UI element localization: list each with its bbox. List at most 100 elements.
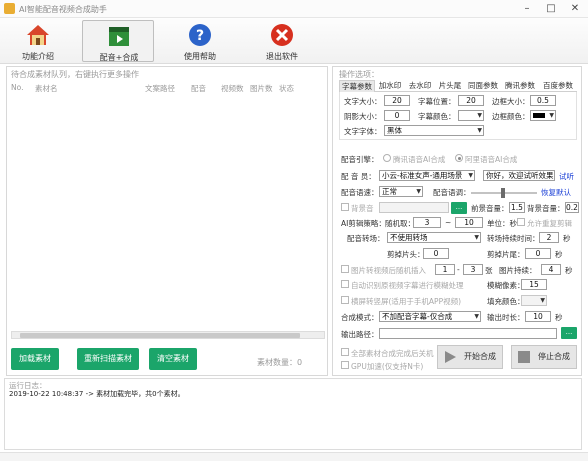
subtitle-position-input[interactable]: 20 — [458, 95, 484, 106]
clear-material-button[interactable]: 清空素材 — [149, 348, 197, 370]
engine-tencent-radio[interactable] — [383, 154, 391, 162]
start-compose-button[interactable]: 开始合成 — [437, 345, 503, 369]
voice-value: 小云-标准女声-通用场景 — [382, 171, 463, 180]
scrollbar-thumb[interactable] — [20, 333, 300, 338]
engine-tencent-label[interactable]: 腾讯语音AI合成 — [393, 154, 445, 165]
maximize-button[interactable]: □ — [540, 1, 562, 16]
blur-pixels-input[interactable]: 15 — [521, 279, 547, 290]
image-insert-checkbox[interactable] — [341, 265, 349, 273]
column-dub[interactable]: 配音 — [191, 83, 206, 94]
engine-ali-radio[interactable] — [455, 154, 463, 162]
allow-repeat-label: 允许重复剪辑 — [527, 219, 572, 228]
chevron-down-icon: ▼ — [416, 188, 421, 195]
font-family-value: 黑体 — [387, 126, 402, 135]
material-queue-panel: 待合成素材队列，右键执行更多操作 No. 素材名 文案路径 配音 视频数 图片数… — [6, 66, 328, 376]
tab-baidu[interactable]: 百度参数 — [539, 80, 577, 92]
tab-add-watermark[interactable]: 加水印 — [375, 80, 405, 92]
toolbar-exit-button[interactable]: 退出软件 — [246, 20, 318, 62]
tab-canvas[interactable]: 同面参数 — [465, 80, 501, 92]
foreground-volume-input[interactable]: 1.5 — [509, 202, 525, 213]
restore-default-link[interactable]: 恢复默认 — [541, 187, 571, 198]
color-swatch — [533, 113, 545, 118]
output-length-label: 输出时长： — [487, 313, 525, 322]
column-status[interactable]: 状态 — [279, 83, 294, 94]
vertical-convert-checkbox[interactable] — [341, 296, 349, 304]
cut-tail-input[interactable]: 0 — [525, 248, 551, 259]
stop-compose-button[interactable]: 停止合成 — [511, 345, 577, 369]
bgm-browse-button[interactable]: ... — [451, 202, 467, 214]
subtitle-color-select[interactable]: ▼ — [458, 110, 484, 121]
gpu-label: GPU加速(仅支持N卡) — [351, 362, 424, 371]
horizontal-scrollbar[interactable] — [11, 331, 325, 339]
clip-max-input[interactable]: 10 — [455, 217, 483, 228]
voice-select[interactable]: 小云-标准女声-通用场景 ▼ — [379, 170, 475, 181]
column-script-path[interactable]: 文案路径 — [145, 83, 175, 94]
image-min-input[interactable]: 1 — [435, 264, 455, 275]
speed-label: 配音语速： — [341, 188, 379, 197]
clapperboard-icon — [109, 27, 129, 46]
border-color-select[interactable]: ▼ — [530, 110, 556, 121]
tone-slider-knob[interactable] — [501, 188, 505, 198]
tab-subtitle[interactable]: 字幕参数 — [339, 80, 375, 92]
chevron-down-icon: ▼ — [540, 297, 545, 304]
allow-repeat-checkbox[interactable] — [517, 218, 525, 226]
bgm-path-input[interactable] — [379, 202, 449, 213]
toolbar-help-label: 使用帮助 — [184, 52, 216, 61]
tab-tencent[interactable]: 腾讯参数 — [501, 80, 539, 92]
cut-head-label: 剪掉片头： — [387, 250, 425, 259]
column-no[interactable]: No. — [11, 83, 23, 92]
chevron-down-icon: ▼ — [477, 127, 482, 134]
speed-select[interactable]: 正常 ▼ — [379, 186, 423, 197]
column-video-count[interactable]: 视频数 — [221, 83, 244, 94]
column-name[interactable]: 素材名 — [35, 83, 58, 94]
gpu-checkbox[interactable] — [341, 361, 349, 369]
bgm-checkbox[interactable] — [341, 203, 349, 211]
image-max-input[interactable]: 3 — [463, 264, 483, 275]
log-line: 2019-10-22 10:48:37 -> 素材加载完毕，共0个素材。 — [9, 390, 185, 398]
border-size-input[interactable]: 0.5 — [530, 95, 556, 106]
toolbar-compose-button[interactable]: 配音+合成 — [82, 20, 154, 62]
rescan-material-button[interactable]: 重新扫描素材 — [77, 348, 139, 370]
compose-mode-label: 合成模式： — [341, 313, 379, 322]
background-volume-input[interactable]: 0.2 — [565, 202, 579, 213]
compose-mode-select[interactable]: 不加配音字幕-仅合成 ▼ — [379, 311, 481, 322]
shutdown-checkbox[interactable] — [341, 348, 349, 356]
material-count: 素材数量：0 — [257, 358, 303, 367]
auto-blur-checkbox[interactable] — [341, 280, 349, 288]
output-path-input[interactable] — [379, 328, 557, 339]
transition-select[interactable]: 不使用转场 ▼ — [387, 232, 481, 243]
main-toolbar: 功能介绍 配音+合成 ? 使用帮助 退出软件 — [0, 18, 588, 64]
output-path-label: 输出路径： — [341, 330, 379, 339]
clip-min-input[interactable]: 3 — [413, 217, 441, 228]
vertical-convert-label: 横屏转竖屏(适用于手机APP视频) — [351, 297, 462, 306]
output-browse-button[interactable]: ... — [561, 327, 577, 339]
tone-label: 配音语调： — [433, 188, 471, 197]
minimize-button[interactable]: – — [516, 1, 538, 16]
tab-intro-outro[interactable]: 片头尾 — [435, 80, 465, 92]
voice-label: 配 音 员： — [341, 172, 376, 181]
output-length-input[interactable]: 10 — [525, 311, 551, 322]
toolbar-help-button[interactable]: ? 使用帮助 — [164, 20, 236, 62]
image-duration-input[interactable]: 4 — [541, 264, 561, 275]
transition-duration-input[interactable]: 2 — [539, 232, 559, 243]
sample-text-input[interactable]: 你好，欢迎试听效果 — [483, 170, 555, 181]
tab-remove-watermark[interactable]: 去水印 — [405, 80, 435, 92]
compose-mode-value: 不加配音字幕-仅合成 — [382, 312, 453, 321]
start-compose-label: 开始合成 — [464, 352, 496, 361]
close-button[interactable]: ✕ — [564, 1, 586, 16]
transition-unit-label: 秒 — [563, 234, 571, 243]
options-panel: 操作选项： 字幕参数 加水印 去水印 片头尾 同面参数 腾讯参数 百度参数 文字… — [332, 66, 582, 376]
load-material-button[interactable]: 加载素材 — [11, 348, 59, 370]
run-log-panel: 运行日志： 2019-10-22 10:48:37 -> 素材加载完毕，共0个素… — [4, 378, 582, 450]
fill-color-select[interactable]: ▼ — [521, 295, 547, 306]
toolbar-home-button[interactable]: 功能介绍 — [2, 20, 74, 62]
column-image-count[interactable]: 图片数 — [250, 83, 273, 94]
font-size-input[interactable]: 20 — [384, 95, 410, 106]
engine-ali-label[interactable]: 阿里语音AI合成 — [465, 154, 517, 165]
image-unit-label: 张 — [485, 266, 493, 275]
cut-head-input[interactable]: 0 — [423, 248, 449, 259]
font-family-select[interactable]: 黑体 ▼ — [384, 125, 484, 136]
shadow-size-input[interactable]: 0 — [384, 110, 410, 121]
tone-slider[interactable] — [471, 188, 537, 198]
try-listen-link[interactable]: 试听 — [559, 171, 574, 182]
